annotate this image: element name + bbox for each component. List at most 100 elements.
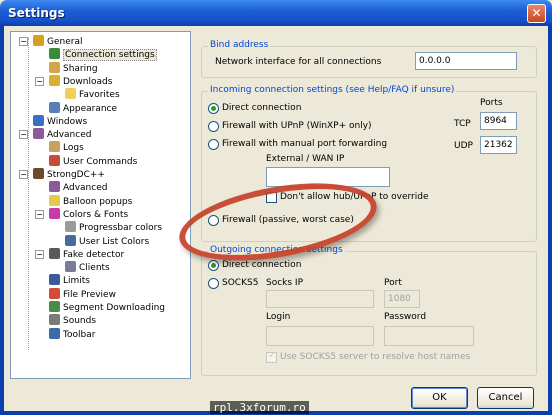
tree-item[interactable]: Favorites xyxy=(65,88,120,101)
tree-item-label: Segment Downloading xyxy=(63,303,166,313)
windows-icon xyxy=(33,114,44,126)
tree-item-label: Sharing xyxy=(63,63,98,74)
toolbar-icon xyxy=(49,327,60,339)
tree-item[interactable]: Connection settings xyxy=(49,48,157,62)
outgoing-connection-group: Outgoing connection settings Direct conn… xyxy=(201,245,537,376)
tree-item[interactable]: Advanced xyxy=(49,181,107,194)
socks-ip-input[interactable] xyxy=(266,290,374,308)
segment-icon xyxy=(49,301,60,312)
ports-label: Ports xyxy=(480,98,503,108)
progressbar-icon xyxy=(65,221,76,233)
tcp-port-input[interactable]: 8964 xyxy=(480,112,517,130)
tree-item[interactable]: Appearance xyxy=(49,101,118,115)
watermark: rpl.3xforum.ro xyxy=(210,401,309,414)
tree-item[interactable]: Clients xyxy=(65,261,110,274)
settings-tree[interactable]: − General Connection settings Sharing − Downl… xyxy=(10,31,191,379)
login-input[interactable] xyxy=(266,326,374,346)
bind-address-title: Bind address xyxy=(208,40,271,50)
tree-item[interactable]: Toolbar xyxy=(49,327,96,341)
userlist-icon xyxy=(65,234,76,246)
tree-item-label: Sounds xyxy=(63,316,97,327)
outgoing-direct-label: Direct connection xyxy=(222,260,302,270)
tree-expander[interactable]: − xyxy=(19,170,28,179)
tree-item[interactable]: − Fake detector xyxy=(35,247,124,261)
connection-icon xyxy=(49,48,60,60)
tree-item[interactable]: − Advanced xyxy=(19,128,92,141)
fake-detector-icon xyxy=(49,247,60,259)
tree-item-label: Logs xyxy=(63,143,84,154)
clients-icon xyxy=(65,261,76,273)
sounds-icon xyxy=(49,314,60,326)
tree-item-label: User List Colors xyxy=(79,236,150,247)
colors-icon xyxy=(49,207,60,219)
network-interface-input[interactable]: 0.0.0.0 xyxy=(415,52,517,70)
tree-item[interactable]: User List Colors xyxy=(65,234,150,248)
file-preview-icon xyxy=(49,287,60,299)
tree-item-label: Progressbar colors xyxy=(79,223,163,234)
incoming-connection-title: Incoming connection settings (see Help/F… xyxy=(208,85,457,95)
socks5-radio[interactable] xyxy=(208,278,219,289)
tree-item[interactable]: Sounds xyxy=(49,314,96,327)
logs-icon xyxy=(49,141,60,153)
tree-item[interactable]: − General xyxy=(19,35,83,48)
socks-port-input[interactable]: 1080 xyxy=(384,290,420,308)
strongdc-icon xyxy=(33,168,44,179)
password-input[interactable] xyxy=(384,326,474,346)
tree-item-label: File Preview xyxy=(63,289,116,300)
tree-expander[interactable]: − xyxy=(19,130,28,140)
tree-item-label: Appearance xyxy=(63,103,118,114)
window-frame-right xyxy=(548,26,552,415)
cancel-button[interactable]: Cancel xyxy=(477,387,534,409)
advanced-icon xyxy=(33,128,44,140)
tree-item-label: Clients xyxy=(79,263,110,274)
tree-item-label: Toolbar xyxy=(63,329,96,340)
sharing-icon xyxy=(49,61,60,73)
tree-item-label: StrongDC++ xyxy=(47,170,105,180)
udp-label: UDP xyxy=(454,141,473,151)
tree-item[interactable]: Limits xyxy=(49,274,90,287)
general-icon xyxy=(33,35,44,46)
tree-item[interactable]: Windows xyxy=(33,114,88,128)
firewall-upnp-label: Firewall with UPnP (WinXP+ only) xyxy=(222,121,372,131)
direct-connection-radio[interactable] xyxy=(208,103,219,114)
tree-item[interactable]: Segment Downloading xyxy=(49,301,165,314)
tree-item[interactable]: Sharing xyxy=(49,61,98,75)
tree-expander[interactable]: − xyxy=(35,249,44,259)
firewall-upnp-radio[interactable] xyxy=(208,121,219,132)
tree-expander[interactable]: − xyxy=(35,209,44,219)
outgoing-direct-radio[interactable] xyxy=(208,260,219,271)
tree-item[interactable]: Progressbar colors xyxy=(65,221,162,234)
tree-item[interactable]: Balloon popups xyxy=(49,194,132,208)
close-button[interactable]: ✕ xyxy=(527,4,546,23)
resolve-hostnames-checkbox[interactable] xyxy=(266,351,277,363)
user-commands-icon xyxy=(49,154,60,166)
window-frame-left xyxy=(0,26,4,415)
tree-guide-line xyxy=(28,38,29,350)
tree-item[interactable]: − Downloads xyxy=(35,74,112,88)
udp-port-input[interactable]: 21362 xyxy=(480,136,517,154)
tree-expander[interactable]: − xyxy=(19,37,28,46)
tree-item-label: Favorites xyxy=(79,90,120,101)
tree-item-label: Advanced xyxy=(47,130,92,141)
tree-item-label: Advanced xyxy=(63,183,108,194)
tree-item-label: Connection settings xyxy=(63,49,157,62)
tree-item[interactable]: User Commands xyxy=(49,154,137,168)
ok-button[interactable]: OK xyxy=(411,387,468,409)
firewall-manual-radio[interactable] xyxy=(208,139,219,150)
socks5-label: SOCKS5 xyxy=(222,278,259,288)
tree-item[interactable]: − Colors & Fonts xyxy=(35,207,129,221)
tree-item-label: Windows xyxy=(47,116,88,127)
password-label: Password xyxy=(384,312,427,322)
socks-ip-label: Socks IP xyxy=(266,278,304,288)
downloads-icon xyxy=(49,74,60,86)
bind-address-group: Bind address Network interface for all c… xyxy=(201,40,537,78)
limits-icon xyxy=(49,274,60,286)
tree-item-label: General xyxy=(47,37,83,47)
tree-item[interactable]: − StrongDC++ xyxy=(19,168,105,181)
tree-item-label: Colors & Fonts xyxy=(63,209,129,220)
tree-item[interactable]: Logs xyxy=(49,141,84,154)
appearance-icon xyxy=(49,101,60,113)
login-label: Login xyxy=(266,312,291,322)
tree-item[interactable]: File Preview xyxy=(49,287,116,301)
tree-expander[interactable]: − xyxy=(35,76,44,86)
